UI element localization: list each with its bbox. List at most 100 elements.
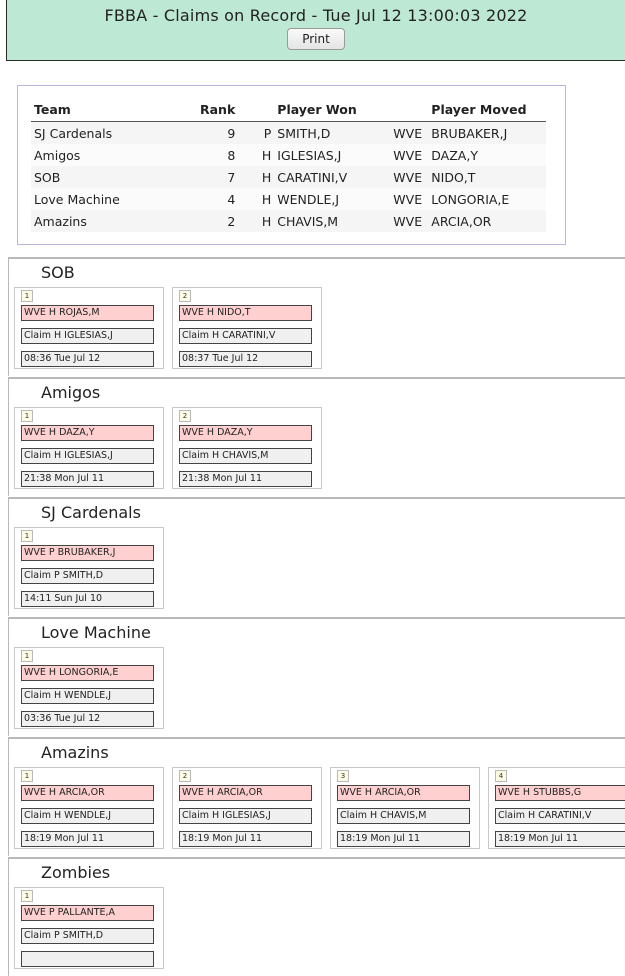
claim-card: 1 WVE H LONGORIA,E Claim H WENDLE,J 03:36 T… bbox=[14, 647, 164, 729]
cell-player-won: WENDLE,J bbox=[274, 188, 391, 210]
team-name: Amigos bbox=[41, 383, 101, 402]
claim-priority-number: 2 bbox=[179, 410, 191, 422]
claim-player: Claim H CARATINI,V bbox=[179, 328, 312, 344]
claim-timestamp: 18:19 Mon Jul 11 bbox=[179, 831, 312, 847]
waive-player: WVE H DAZA,Y bbox=[179, 425, 312, 441]
claim-card: 2 WVE H DAZA,Y Claim H CHAVIS,M 21:38 Mon J… bbox=[172, 407, 322, 489]
claims-summary-table: Team Rank Player Won Player Moved SJ Car… bbox=[31, 99, 547, 232]
claim-timestamp: 18:19 Mon Jul 11 bbox=[337, 831, 470, 847]
claim-card: 2 WVE H NIDO,T Claim H CARATINI,V 08:37 Tue… bbox=[172, 287, 322, 369]
claim-card: 3 WVE H ARCIA,OR Claim H CHAVIS,M 18:19 Mon… bbox=[330, 767, 480, 849]
waive-player: WVE H STUBBS,G bbox=[495, 785, 625, 801]
claim-timestamp: 21:38 Mon Jul 11 bbox=[21, 471, 154, 487]
team-name: SJ Cardenals bbox=[41, 503, 141, 522]
claim-player: Claim H IGLESIAS,J bbox=[179, 808, 312, 824]
print-button[interactable]: Print bbox=[287, 28, 345, 50]
table-row: SJ Cardenals 9 P SMITH,D WVE BRUBAKER,J bbox=[31, 121, 547, 144]
claim-priority-number: 1 bbox=[21, 650, 33, 662]
claim-player: Claim H WENDLE,J bbox=[21, 688, 154, 704]
cell-player-moved: LONGORIA,E bbox=[428, 188, 547, 210]
table-header-row: Team Rank Player Won Player Moved bbox=[31, 99, 547, 122]
cell-team: Love Machine bbox=[31, 188, 197, 210]
cell-action: WVE bbox=[390, 188, 429, 210]
claim-timestamp: 18:19 Mon Jul 11 bbox=[495, 831, 625, 847]
claim-timestamp: 08:36 Tue Jul 12 bbox=[21, 351, 154, 367]
claim-timestamp bbox=[21, 951, 154, 967]
team-section: SJ Cardenals 1 WVE P BRUBAKER,J Claim P SMI… bbox=[8, 497, 625, 616]
cell-action: WVE bbox=[390, 121, 429, 144]
waive-player: WVE H ARCIA,OR bbox=[179, 785, 312, 801]
claim-priority-number: 1 bbox=[21, 290, 33, 302]
team-name: Love Machine bbox=[41, 623, 151, 642]
waive-player: WVE H DAZA,Y bbox=[21, 425, 154, 441]
cell-rank: 7 bbox=[197, 166, 239, 188]
team-section: SOB 1 WVE H ROJAS,M Claim H IGLESIAS,J 08:36… bbox=[8, 257, 625, 376]
claim-player: Claim H CARATINI,V bbox=[495, 808, 625, 824]
cell-player-won: SMITH,D bbox=[274, 121, 391, 144]
team-name: SOB bbox=[41, 263, 75, 282]
cell-player-moved: NIDO,T bbox=[428, 166, 547, 188]
claim-timestamp: 21:38 Mon Jul 11 bbox=[179, 471, 312, 487]
cell-player-won: IGLESIAS,J bbox=[274, 144, 391, 166]
cell-action: WVE bbox=[390, 166, 429, 188]
cell-team: Amazins bbox=[31, 210, 197, 232]
column-header-team: Team bbox=[31, 99, 197, 122]
claims-summary-panel: Team Rank Player Won Player Moved SJ Car… bbox=[17, 85, 566, 245]
table-row: Amigos 8 H IGLESIAS,J WVE DAZA,Y bbox=[31, 144, 547, 166]
claim-priority-number: 3 bbox=[337, 770, 349, 782]
cell-player-moved: ARCIA,OR bbox=[428, 210, 547, 232]
cell-team: SOB bbox=[31, 166, 197, 188]
waive-player: WVE H ROJAS,M bbox=[21, 305, 154, 321]
claim-card: 1 WVE H DAZA,Y Claim H IGLESIAS,J 21:38 Mon… bbox=[14, 407, 164, 489]
table-row: Love Machine 4 H WENDLE,J WVE LONGORIA,E bbox=[31, 188, 547, 210]
table-row: Amazins 2 H CHAVIS,M WVE ARCIA,OR bbox=[31, 210, 547, 232]
cell-rank: 9 bbox=[197, 121, 239, 144]
claim-card: 1 WVE P BRUBAKER,J Claim P SMITH,D 14:11 Su… bbox=[14, 527, 164, 609]
claim-priority-number: 1 bbox=[21, 530, 33, 542]
claim-priority-number: 1 bbox=[21, 770, 33, 782]
cell-rank: 8 bbox=[197, 144, 239, 166]
claim-card: 1 WVE P PALLANTE,A Claim P SMITH,D bbox=[14, 887, 164, 969]
table-row: SOB 7 H CARATINI,V WVE NIDO,T bbox=[31, 166, 547, 188]
cell-team: Amigos bbox=[31, 144, 197, 166]
cell-action: WVE bbox=[390, 210, 429, 232]
claim-player: Claim H CHAVIS,M bbox=[337, 808, 470, 824]
claim-card: 2 WVE H ARCIA,OR Claim H IGLESIAS,J 18:19 M… bbox=[172, 767, 322, 849]
claim-priority-number: 4 bbox=[495, 770, 507, 782]
team-section: Amigos 1 WVE H DAZA,Y Claim H IGLESIAS,J 21:… bbox=[8, 377, 625, 496]
claim-priority-number: 1 bbox=[21, 410, 33, 422]
claim-player: Claim H IGLESIAS,J bbox=[21, 328, 154, 344]
cell-team: SJ Cardenals bbox=[31, 121, 197, 144]
cell-player-moved: DAZA,Y bbox=[428, 144, 547, 166]
column-header-player-won: Player Won bbox=[274, 99, 391, 122]
claim-priority-number: 1 bbox=[21, 890, 33, 902]
claim-priority-number: 2 bbox=[179, 290, 191, 302]
team-name: Amazins bbox=[41, 743, 109, 762]
page-title: FBBA - Claims on Record - Tue Jul 12 13:… bbox=[104, 6, 528, 25]
waive-player: WVE H ARCIA,OR bbox=[337, 785, 470, 801]
team-section: Amazins 1 WVE H ARCIA,OR Claim H WENDLE,J 18… bbox=[8, 737, 625, 856]
claim-card: 4 WVE H STUBBS,G Claim H CARATINI,V 18:19 M… bbox=[488, 767, 625, 849]
team-section: Love Machine 1 WVE H LONGORIA,E Claim H WEN… bbox=[8, 617, 625, 736]
claim-player: Claim H IGLESIAS,J bbox=[21, 448, 154, 464]
column-header-action bbox=[390, 99, 429, 122]
claim-priority-number: 2 bbox=[179, 770, 191, 782]
cell-player-won: CHAVIS,M bbox=[274, 210, 391, 232]
column-header-position bbox=[238, 99, 275, 122]
cell-rank: 4 bbox=[197, 188, 239, 210]
column-header-rank: Rank bbox=[197, 99, 239, 122]
cell-position: H bbox=[238, 188, 275, 210]
claim-timestamp: 08:37 Tue Jul 12 bbox=[179, 351, 312, 367]
cell-position: H bbox=[238, 210, 275, 232]
waive-player: WVE P BRUBAKER,J bbox=[21, 545, 154, 561]
cell-player-won: CARATINI,V bbox=[274, 166, 391, 188]
waive-player: WVE H NIDO,T bbox=[179, 305, 312, 321]
claim-card: 1 WVE H ARCIA,OR Claim H WENDLE,J 18:19 Mon… bbox=[14, 767, 164, 849]
cell-position: P bbox=[238, 121, 275, 144]
cell-action: WVE bbox=[390, 144, 429, 166]
claim-timestamp: 14:11 Sun Jul 10 bbox=[21, 591, 154, 607]
waive-player: WVE P PALLANTE,A bbox=[21, 905, 154, 921]
claim-timestamp: 03:36 Tue Jul 12 bbox=[21, 711, 154, 727]
waive-player: WVE H ARCIA,OR bbox=[21, 785, 154, 801]
cell-position: H bbox=[238, 166, 275, 188]
